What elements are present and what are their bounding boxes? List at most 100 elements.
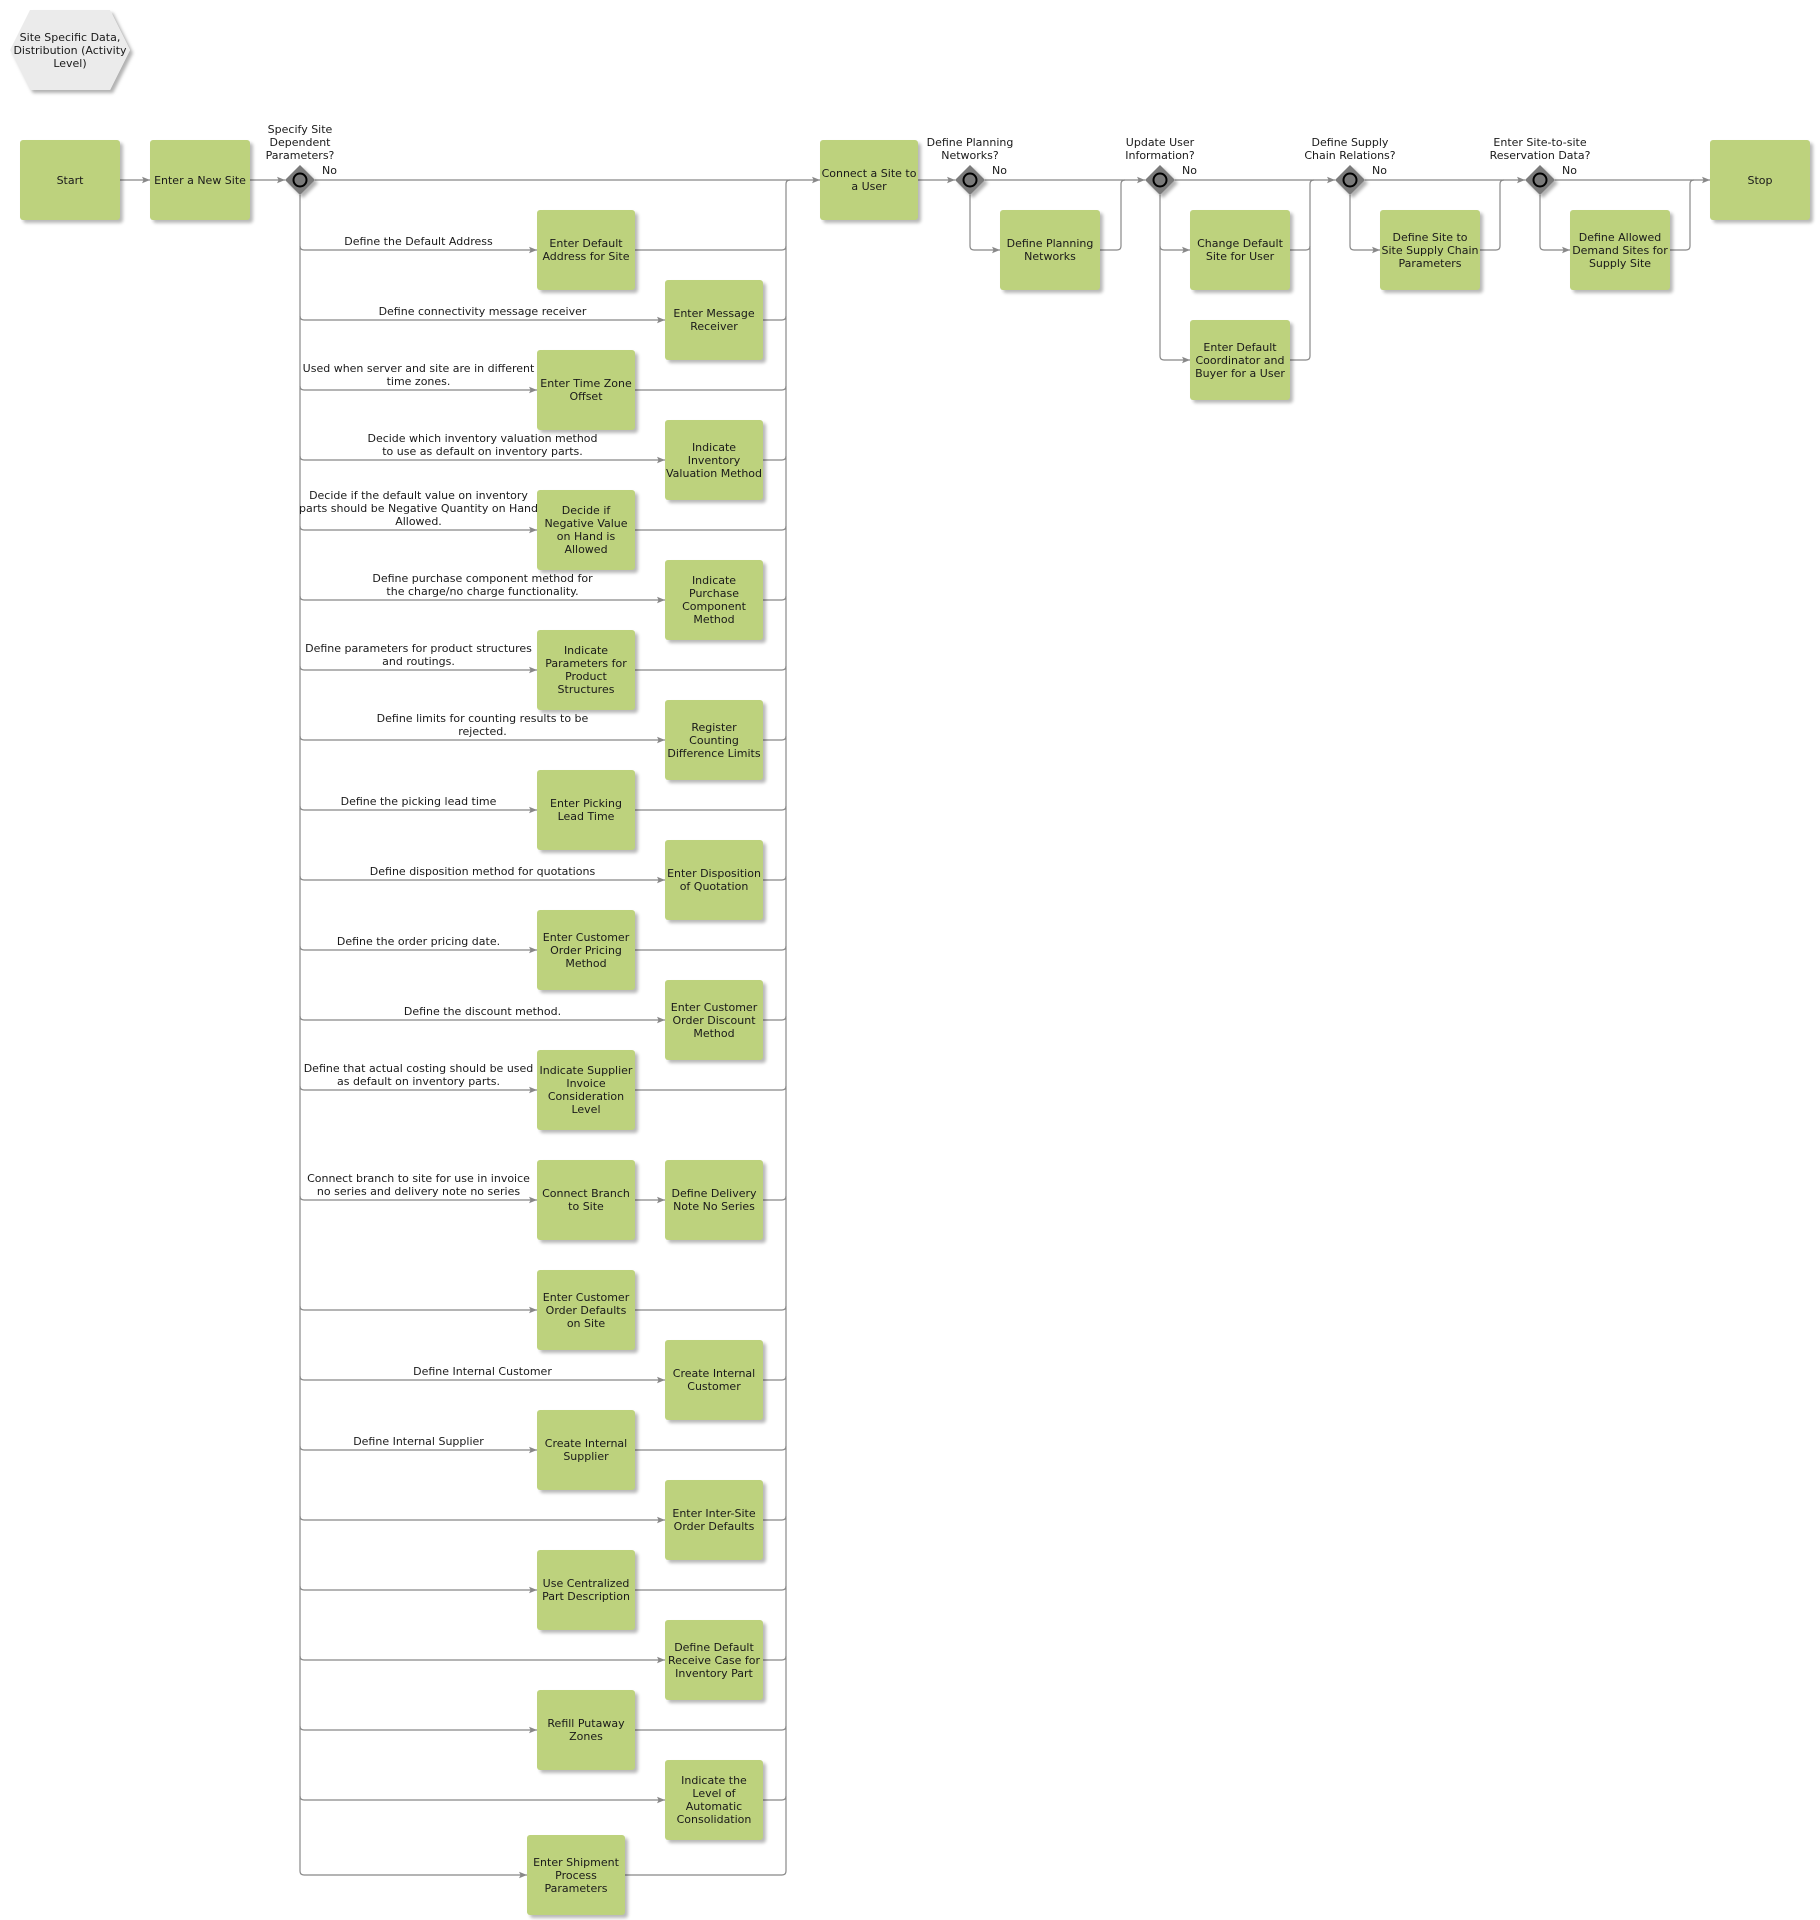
gateway-question: Define Supply Chain Relations? [1304, 136, 1396, 162]
task-param-4-0[interactable]: Decide if Negative Value on Hand is Allo… [537, 490, 635, 570]
flow-param-merge [635, 385, 787, 391]
edge-label: Define connectivity message receiver [378, 305, 587, 318]
task-param-13-1[interactable]: Define Delivery Note No Series [665, 1160, 763, 1240]
edge-label: Decide if the default value on inventory… [298, 489, 539, 528]
task-supply-chain-0[interactable]: Define Site to Site Supply Chain Paramet… [1380, 210, 1480, 290]
flow-param-merge [635, 665, 787, 671]
task-param-22-0[interactable]: Enter Shipment Process Parameters [527, 1835, 625, 1915]
task-enter-new-site[interactable]: Enter a New Site [150, 140, 250, 220]
flow-param-merge [763, 595, 787, 601]
flow-merge-user [1290, 355, 1311, 361]
gateway-circle-icon [1532, 172, 1548, 188]
flow-yes-planning [969, 245, 1000, 254]
edge-label: Define the picking lead time [340, 795, 497, 808]
task-param-17-0[interactable]: Enter Inter-Site Order Defaults [665, 1480, 763, 1560]
task-planning-0[interactable]: Define Planning Networks [1000, 210, 1100, 290]
task-param-21-0-label: Indicate the Level of Automatic Consolid… [676, 1774, 752, 1826]
task-param-6-0[interactable]: Indicate Parameters for Product Structur… [537, 630, 635, 710]
task-param-15-0[interactable]: Create Internal Customer [665, 1340, 763, 1420]
task-param-20-0[interactable]: Refill Putaway Zones [537, 1690, 635, 1770]
flow-param-row [299, 1305, 537, 1314]
flow-merge-supply-chain [1480, 245, 1501, 251]
task-param-8-0[interactable]: Enter Picking Lead Time [537, 770, 635, 850]
flow-param-merge [763, 1195, 787, 1201]
task-param-20-0-label: Refill Putaway Zones [547, 1717, 625, 1743]
flow-param-merge [635, 945, 787, 951]
task-param-5-0[interactable]: Indicate Purchase Component Method [665, 560, 763, 640]
task-param-2-0-label: Enter Time Zone Offset [540, 377, 632, 403]
task-param-2-0[interactable]: Enter Time Zone Offset [537, 350, 635, 430]
flow-param-merge [635, 805, 787, 811]
gateway-2[interactable] [1145, 165, 1175, 195]
task-param-18-0[interactable]: Use Centralized Part Description [537, 1550, 635, 1630]
flow-param-row [299, 1585, 537, 1594]
task-param-21-0[interactable]: Indicate the Level of Automatic Consolid… [665, 1760, 763, 1840]
flow-param-merge [763, 1015, 787, 1021]
flow-param-merge [763, 1375, 787, 1381]
gateway-no-label: No [1182, 164, 1197, 177]
flow-merge-planning [1100, 245, 1122, 251]
flow-param-merge [635, 1445, 787, 1451]
task-user-0[interactable]: Change Default Site for User [1190, 210, 1290, 290]
flow-param-merge [635, 1305, 787, 1311]
task-param-13-0[interactable]: Connect Branch to Site [537, 1160, 635, 1240]
task-param-15-0-label: Create Internal Customer [672, 1367, 756, 1393]
gateway-no-label: No [1562, 164, 1577, 177]
task-reservation-0[interactable]: Define Allowed Demand Sites for Supply S… [1570, 210, 1670, 290]
flow-param-row [299, 1725, 537, 1734]
gateway-circle-icon [292, 172, 308, 188]
task-param-1-0[interactable]: Enter Message Receiver [665, 280, 763, 360]
task-param-14-0[interactable]: Enter Customer Order Defaults on Site [537, 1270, 635, 1350]
flow-param-merge [763, 735, 787, 741]
diagram-title: Site Specific Data, Distribution (Activi… [13, 30, 127, 70]
edge-label: Define disposition method for quotations [369, 865, 596, 878]
flow-param-row [299, 1795, 665, 1804]
task-user-1-label: Enter Default Coordinator and Buyer for … [1195, 340, 1285, 380]
flow-yes-user [1159, 245, 1190, 254]
end-event-label: Stop [1747, 173, 1773, 187]
task-user-1[interactable]: Enter Default Coordinator and Buyer for … [1190, 320, 1290, 400]
connector-lines [120, 176, 1710, 1879]
task-param-19-0[interactable]: Define Default Receive Case for Inventor… [665, 1620, 763, 1700]
task-param-9-0[interactable]: Enter Disposition of Quotation [665, 840, 763, 920]
edge-label: Define the order pricing date. [336, 935, 501, 948]
task-user-0-label: Change Default Site for User [1197, 237, 1283, 263]
task-param-7-0-label: Register Counting Difference Limits [667, 720, 761, 760]
task-param-10-0[interactable]: Enter Customer Order Pricing Method [537, 910, 635, 990]
merge-user [1309, 179, 1315, 356]
task-param-11-0[interactable]: Enter Customer Order Discount Method [665, 980, 763, 1060]
edge-label: Define the Default Address [344, 235, 493, 248]
gateway-0[interactable] [285, 165, 315, 195]
flow-param-row [299, 1655, 665, 1664]
task-param-11-0-label: Enter Customer Order Discount Method [670, 1000, 758, 1040]
flow-param-merge [763, 455, 787, 461]
edge-label: Define Internal Supplier [353, 1435, 484, 1448]
flow-param-merge [635, 525, 787, 531]
task-param-22-0-label: Enter Shipment Process Parameters [533, 1855, 619, 1895]
task-param-16-0[interactable]: Create Internal Supplier [537, 1410, 635, 1490]
merge-supply-chain [1499, 179, 1505, 246]
task-param-3-0-label: Indicate Inventory Valuation Method [666, 440, 763, 480]
edge-label: Connect branch to site for use in invoic… [307, 1172, 530, 1198]
start-event-label: Start [56, 173, 84, 187]
start-event[interactable]: Start [20, 140, 120, 220]
task-param-3-0[interactable]: Indicate Inventory Valuation Method [665, 420, 763, 500]
task-planning-0-label: Define Planning Networks [1006, 237, 1094, 263]
flow-merge-reservation [1670, 245, 1691, 251]
end-event[interactable]: Stop [1710, 140, 1810, 220]
gateway-1[interactable] [955, 165, 985, 195]
gateway-4[interactable] [1525, 165, 1555, 195]
task-param-0-0[interactable]: Enter Default Address for Site [537, 210, 635, 290]
gateway-question: Define Planning Networks? [926, 136, 1014, 162]
task-param-12-0[interactable]: Indicate Supplier Invoice Consideration … [537, 1050, 635, 1130]
task-param-7-0[interactable]: Register Counting Difference Limits [665, 700, 763, 780]
edge-label: Define Internal Customer [413, 1365, 552, 1378]
gateway-circle-icon [1152, 172, 1168, 188]
task-param-9-0-label: Enter Disposition of Quotation [667, 867, 761, 893]
task-param-0-0-label: Enter Default Address for Site [542, 237, 630, 263]
task-connect-site-user-label: Connect a Site to a User [821, 167, 917, 193]
task-connect-site-user[interactable]: Connect a Site to a User [820, 140, 918, 220]
task-param-1-0-label: Enter Message Receiver [673, 307, 755, 333]
task-param-18-0-label: Use Centralized Part Description [542, 1577, 630, 1603]
gateway-3[interactable] [1335, 165, 1365, 195]
